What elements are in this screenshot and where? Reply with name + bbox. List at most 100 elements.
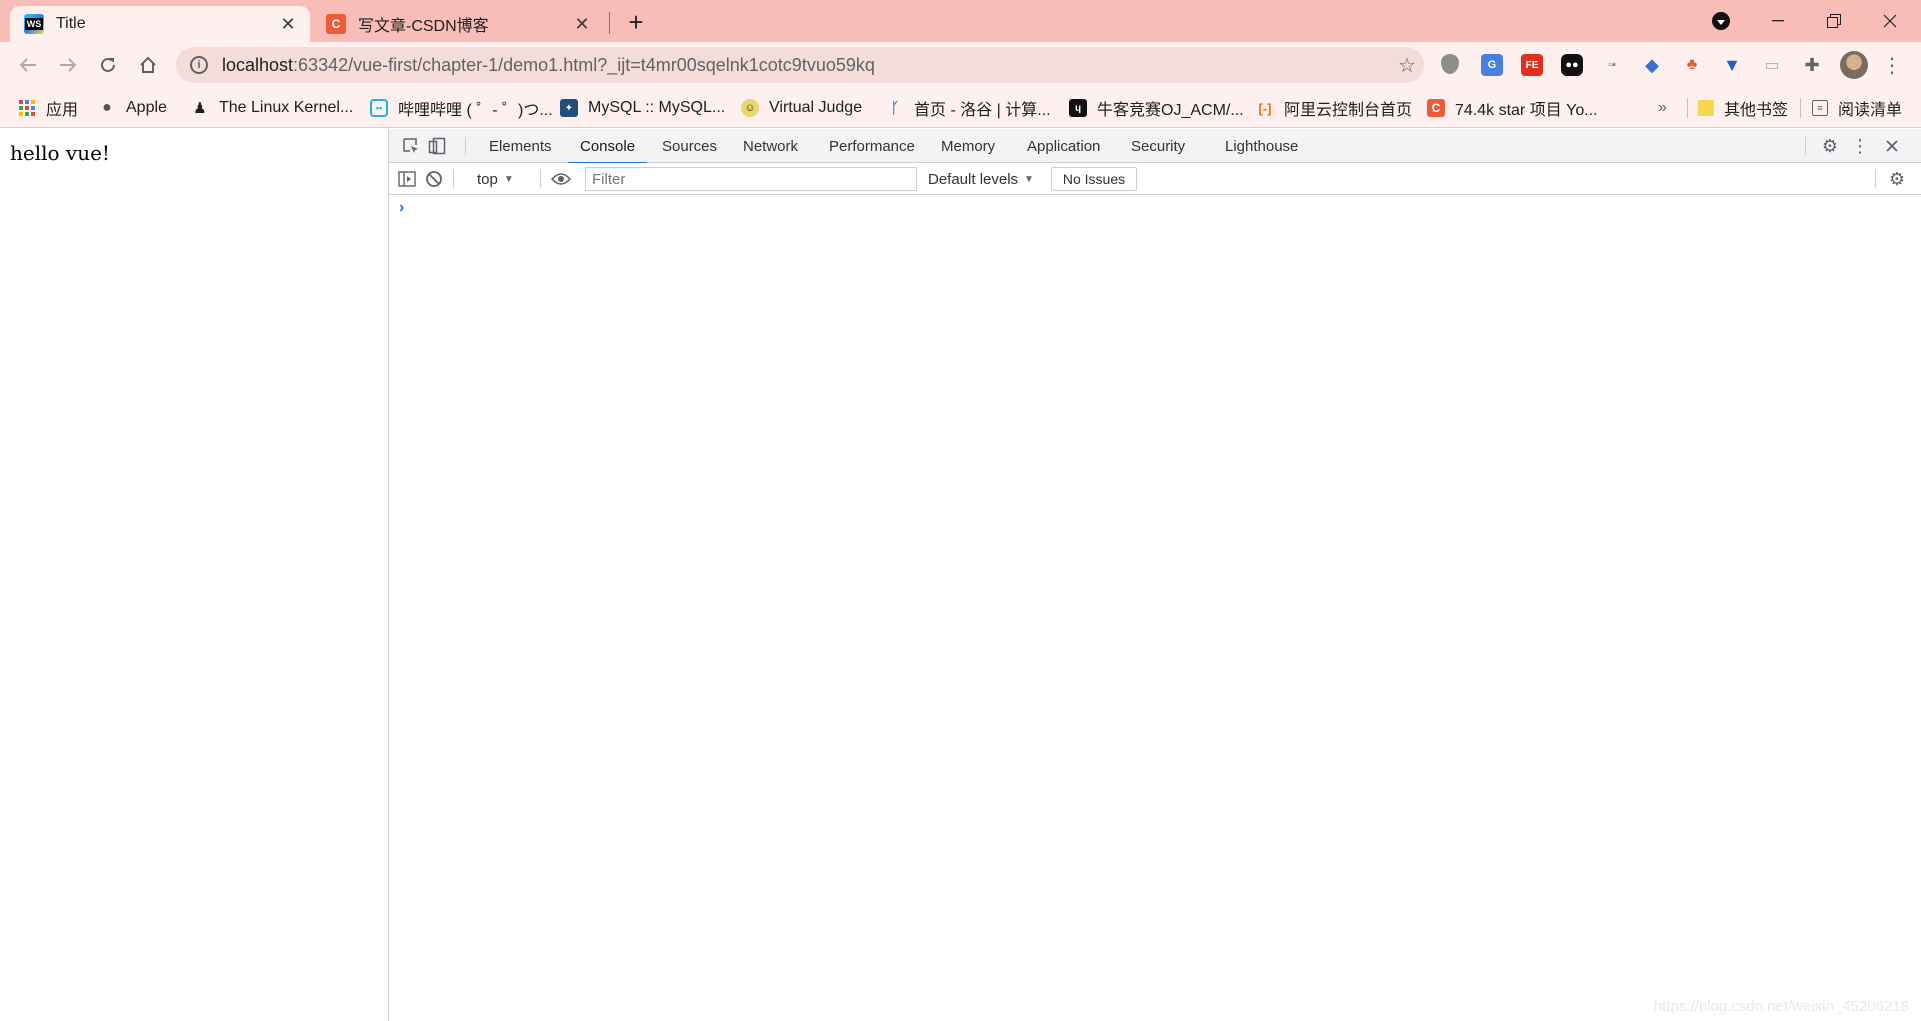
tab-divider: [609, 12, 610, 34]
console-filter-input[interactable]: [585, 167, 917, 191]
window-close-button[interactable]: [1862, 0, 1918, 42]
shield-extension-icon[interactable]: [1441, 54, 1459, 74]
live-expression-button[interactable]: [549, 168, 573, 190]
tab-active[interactable]: WS Title ✕: [10, 6, 310, 42]
inspect-element-button[interactable]: [399, 135, 423, 157]
block-icon: [426, 171, 442, 187]
bookmark-label: Apple: [126, 99, 167, 116]
console-output[interactable]: ›: [389, 195, 1921, 1021]
home-icon: [140, 56, 156, 73]
tab-csdn[interactable]: C 写文章-CSDN博客 ✕: [314, 6, 604, 42]
devtools-close-button[interactable]: [1880, 135, 1904, 157]
aliyun-icon: [-]: [1258, 100, 1272, 116]
console-toolbar: top ▼ Default levels ▼ No Issues ⚙: [389, 163, 1921, 195]
google-translate-icon[interactable]: G: [1481, 54, 1503, 76]
watermark: https://blog.csdn.net/weixin_45206218: [1653, 998, 1909, 1015]
forward-button[interactable]: [52, 49, 84, 81]
home-button[interactable]: [132, 49, 164, 81]
tab-sources[interactable]: Sources: [662, 129, 717, 163]
tab-console[interactable]: Console: [567, 129, 648, 164]
browser-toolbar: i localhost:63342/vue-first/chapter-1/de…: [0, 42, 1921, 88]
screen-extension-icon[interactable]: ▭: [1761, 54, 1783, 76]
bookmark-mysql[interactable]: ✦ MySQL :: MySQL...: [560, 96, 725, 120]
apple-icon: ●: [102, 99, 112, 116]
address-bar[interactable]: i localhost:63342/vue-first/chapter-1/de…: [176, 47, 1424, 83]
tampermonkey-icon[interactable]: ●●: [1561, 54, 1583, 76]
clear-console-button[interactable]: [422, 168, 446, 190]
site-info-icon[interactable]: i: [190, 56, 208, 74]
reload-icon: [101, 57, 115, 72]
bookmark-label: 其他书签: [1724, 102, 1789, 119]
dropdown-caret-icon: ▼: [1024, 173, 1034, 185]
reading-list-icon: ≡: [1812, 100, 1828, 116]
sitemap-icon[interactable]: ♣: [1681, 54, 1703, 76]
issues-button[interactable]: No Issues: [1051, 167, 1137, 191]
devtools-menu-icon[interactable]: ⋮: [1848, 135, 1872, 157]
bookmark-apple[interactable]: ● Apple: [98, 96, 167, 120]
eye-icon: [551, 173, 571, 185]
restore-button[interactable]: [1806, 0, 1862, 42]
bookmark-aliyun[interactable]: [-] 阿里云控制台首页: [1256, 96, 1413, 120]
vue-devtools-icon[interactable]: ▼: [1721, 54, 1743, 76]
tab-elements[interactable]: Elements: [489, 129, 552, 163]
bookmark-apps[interactable]: 应用: [18, 96, 78, 120]
bookmark-other[interactable]: 其他书签: [1698, 96, 1788, 120]
tux-icon: ♟: [193, 100, 207, 117]
tab-search-icon[interactable]: [1712, 12, 1730, 30]
luogu-icon: ᚴ: [890, 99, 900, 117]
bookmark-luogu[interactable]: ᚴ 首页 - 洛谷 | 计算...: [886, 96, 1050, 120]
bookmark-label: Virtual Judge: [769, 99, 863, 116]
context-selector[interactable]: top ▼: [477, 169, 514, 189]
close-icon[interactable]: ✕: [572, 14, 592, 34]
fe-helper-icon[interactable]: FE: [1521, 54, 1543, 76]
new-tab-button[interactable]: +: [622, 7, 650, 37]
tab-lighthouse[interactable]: Lighthouse: [1225, 129, 1298, 163]
puzzle-icon[interactable]: ✚: [1801, 54, 1823, 76]
bookmark-linux-kernel[interactable]: ♟ The Linux Kernel...: [191, 96, 353, 120]
device-toolbar-button[interactable]: [425, 135, 449, 157]
reload-button[interactable]: [92, 49, 124, 81]
csdn-icon: C: [326, 14, 346, 34]
url-text[interactable]: localhost:63342/vue-first/chapter-1/demo…: [222, 55, 1390, 76]
bookmark-label: The Linux Kernel...: [219, 99, 354, 116]
console-settings-icon[interactable]: ⚙: [1885, 168, 1909, 190]
devtools-settings-icon[interactable]: ⚙: [1818, 135, 1842, 157]
bookmark-label: 阿里云控制台首页: [1284, 102, 1413, 119]
reading-list-button[interactable]: ≡ 阅读清单: [1812, 96, 1902, 120]
extension-icon[interactable]: ▫▪: [1601, 54, 1623, 76]
bookmark-virtual-judge[interactable]: ☺ Virtual Judge: [741, 96, 862, 120]
dropdown-caret-icon: ▼: [503, 173, 514, 185]
bookmark-star-icon[interactable]: ☆: [1390, 53, 1424, 78]
bookmarks-overflow-button[interactable]: »: [1658, 96, 1667, 120]
webstorm-icon: WS: [24, 14, 44, 34]
devtools-tabbar: Elements Console Sources Network Perform…: [389, 129, 1921, 164]
toolbar-divider: [1805, 137, 1806, 155]
avatar[interactable]: [1840, 51, 1868, 79]
browser-menu-icon[interactable]: ⋮: [1880, 53, 1904, 77]
tab-application[interactable]: Application: [1027, 129, 1100, 163]
tab-security[interactable]: Security: [1131, 129, 1185, 163]
tab-memory[interactable]: Memory: [941, 129, 995, 163]
bookmark-csdn-project[interactable]: C 74.4k star 项目 Yo...: [1427, 96, 1598, 120]
console-prompt-icon[interactable]: ›: [399, 199, 404, 217]
csdn-icon: C: [1427, 99, 1445, 117]
close-icon: [1883, 14, 1897, 28]
minimize-button[interactable]: [1750, 0, 1806, 42]
bookmark-bilibili[interactable]: •• 哔哩哔哩 ( ゜- ゜)つ...: [370, 96, 553, 120]
context-label: top: [477, 170, 498, 188]
tab-title: Title: [56, 15, 86, 32]
log-levels-dropdown[interactable]: Default levels ▼: [928, 169, 1034, 189]
sidebar-toggle-icon: [398, 171, 416, 187]
tab-title: 写文章-CSDN博客: [358, 18, 489, 35]
graduation-cap-icon[interactable]: ◆: [1641, 54, 1663, 76]
bilibili-icon: ••: [370, 99, 388, 117]
show-sidebar-button[interactable]: [395, 168, 419, 190]
back-button[interactable]: [12, 49, 44, 81]
close-icon[interactable]: ✕: [278, 14, 298, 34]
tab-network[interactable]: Network: [743, 129, 798, 163]
bookmark-label: 74.4k star 项目 Yo...: [1455, 102, 1598, 119]
restore-icon: [1827, 14, 1841, 28]
bookmark-nowcoder[interactable]: ɥ 牛客竞赛OJ_ACM/...: [1069, 96, 1244, 120]
tab-performance[interactable]: Performance: [829, 129, 915, 163]
bookmark-label: 牛客竞赛OJ_ACM/...: [1097, 102, 1244, 119]
